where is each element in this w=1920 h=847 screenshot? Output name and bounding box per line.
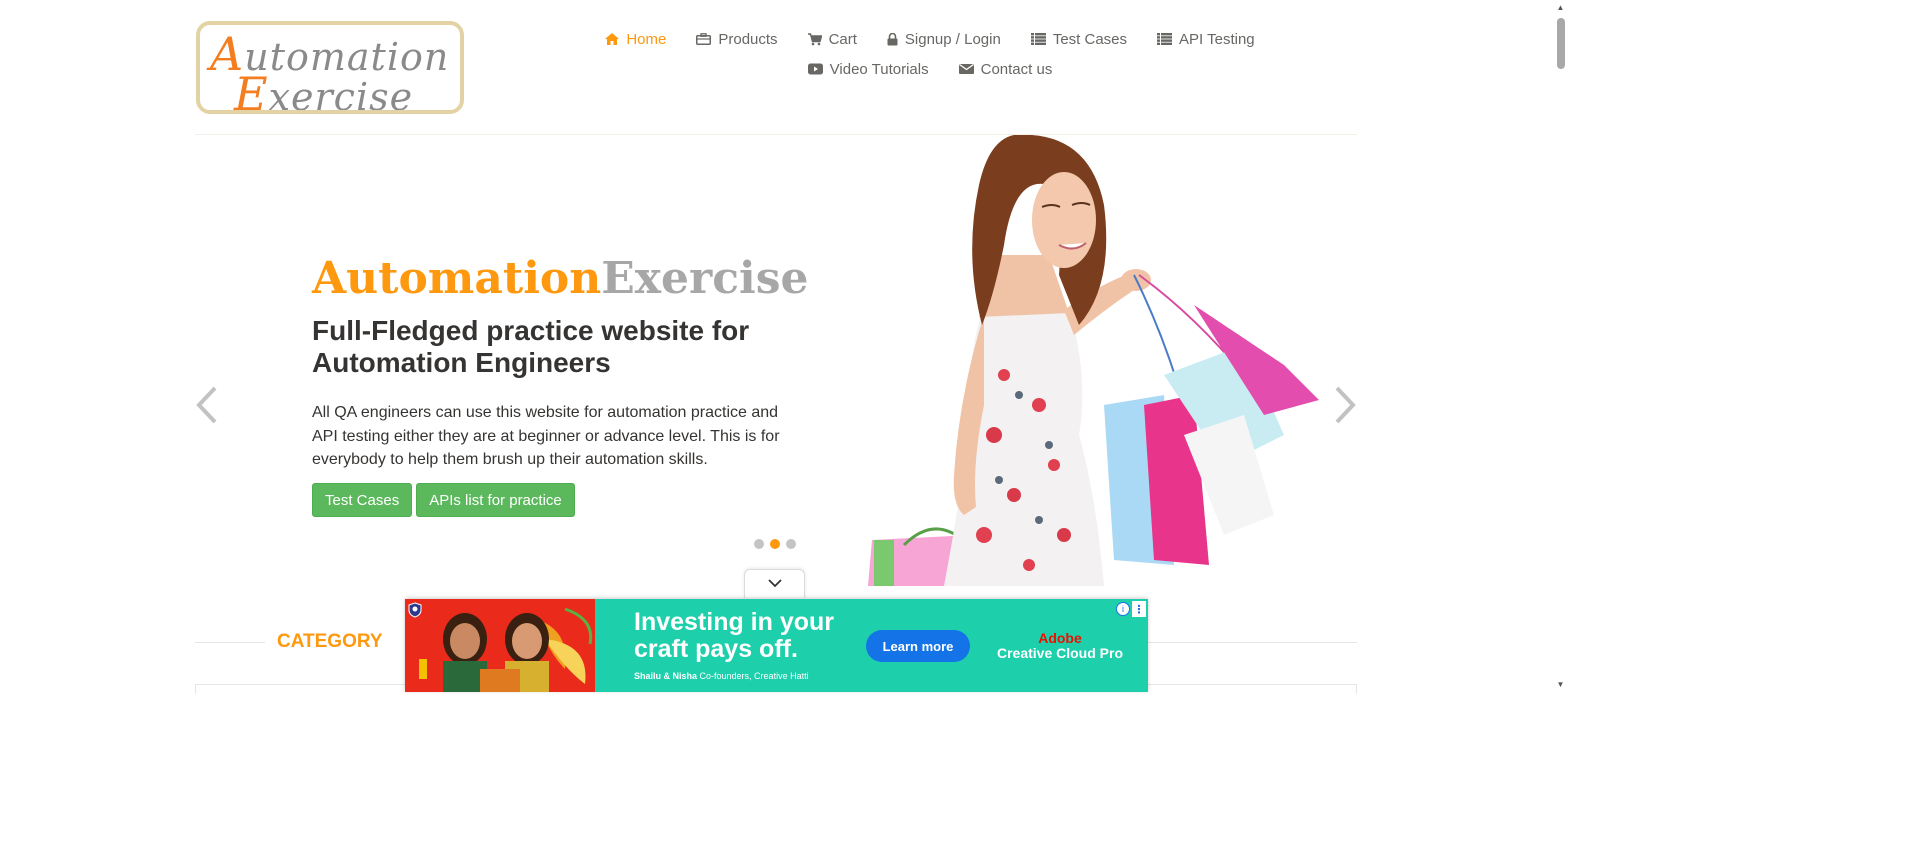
site-header: Automation Exercise Home Products Cart S… <box>0 0 1568 136</box>
lock-icon <box>887 32 898 46</box>
test-cases-button[interactable]: Test Cases <box>312 483 413 517</box>
ad-image <box>405 599 595 692</box>
hero-image-girl-with-bags <box>864 134 1324 586</box>
list-icon <box>1030 33 1046 45</box>
nav-home[interactable]: Home <box>590 28 681 50</box>
nav-row-primary: Home Products Cart Signup / Login Test C… <box>560 28 1300 50</box>
slider-indicator-2[interactable] <box>770 539 780 549</box>
ad-headline: Investing in your craft pays off. <box>634 608 835 663</box>
ad-collapse-toggle[interactable] <box>744 569 805 598</box>
ad-subtext: Shailu & Nisha Co-founders, Creative Hat… <box>634 671 809 681</box>
nav-api-testing[interactable]: API Testing <box>1142 28 1270 50</box>
slider-prev-arrow[interactable] <box>195 385 219 432</box>
youtube-icon <box>807 63 823 75</box>
nav-row-secondary: Video Tutorials Contact us <box>560 58 1300 80</box>
home-icon <box>605 33 620 45</box>
slider-description: All QA engineers can use this website fo… <box>312 404 780 468</box>
adchoices-shield-icon <box>408 602 422 618</box>
ad-brand: Adobe Creative Cloud Pro <box>996 630 1124 661</box>
ad-info-icon[interactable]: i <box>1116 602 1130 616</box>
slider-indicator-1[interactable] <box>754 539 764 549</box>
ad-banner[interactable]: Investing in your craft pays off. Shailu… <box>405 599 1148 692</box>
apis-list-button[interactable]: APIs list for practice <box>416 483 575 517</box>
chevron-down-icon <box>767 575 782 593</box>
nav-signup-login[interactable]: Signup / Login <box>872 28 1016 50</box>
scroll-up-arrow-icon[interactable]: ▲ <box>1556 3 1565 12</box>
page-scrollbar[interactable]: ▲ ▼ <box>1553 0 1568 692</box>
list-icon <box>1157 33 1173 45</box>
briefcase-icon <box>696 33 712 45</box>
nav-video-tutorials[interactable]: Video Tutorials <box>793 58 944 80</box>
category-title: CATEGORY <box>277 631 383 653</box>
category-rule-right <box>1148 642 1357 643</box>
slider-next-arrow[interactable] <box>1333 385 1357 432</box>
scroll-down-arrow-icon[interactable]: ▼ <box>1556 680 1565 689</box>
slider-brand-title: AutomationExercise <box>312 253 809 304</box>
ad-more-options-icon[interactable]: ⋮ <box>1132 601 1146 617</box>
adobe-logo: Adobe <box>1038 630 1082 646</box>
slider-indicator-3[interactable] <box>786 539 796 549</box>
main-nav: Home Products Cart Signup / Login Test C… <box>560 28 1300 80</box>
slider-headline: Full-Fledged practice website for Automa… <box>312 315 750 378</box>
ad-learn-more-button[interactable]: Learn more <box>866 630 970 662</box>
nav-cart[interactable]: Cart <box>793 28 872 50</box>
scrollbar-thumb[interactable] <box>1557 18 1565 69</box>
site-logo[interactable]: Automation Exercise <box>196 21 464 114</box>
envelope-icon <box>958 63 974 75</box>
slider-indicators <box>754 539 796 549</box>
cart-icon <box>807 32 822 46</box>
slider-buttons: Test Cases APIs list for practice <box>312 483 575 517</box>
nav-products[interactable]: Products <box>681 28 792 50</box>
nav-contact-us[interactable]: Contact us <box>944 58 1068 80</box>
nav-test-cases[interactable]: Test Cases <box>1016 28 1142 50</box>
category-rule-left <box>195 642 265 643</box>
